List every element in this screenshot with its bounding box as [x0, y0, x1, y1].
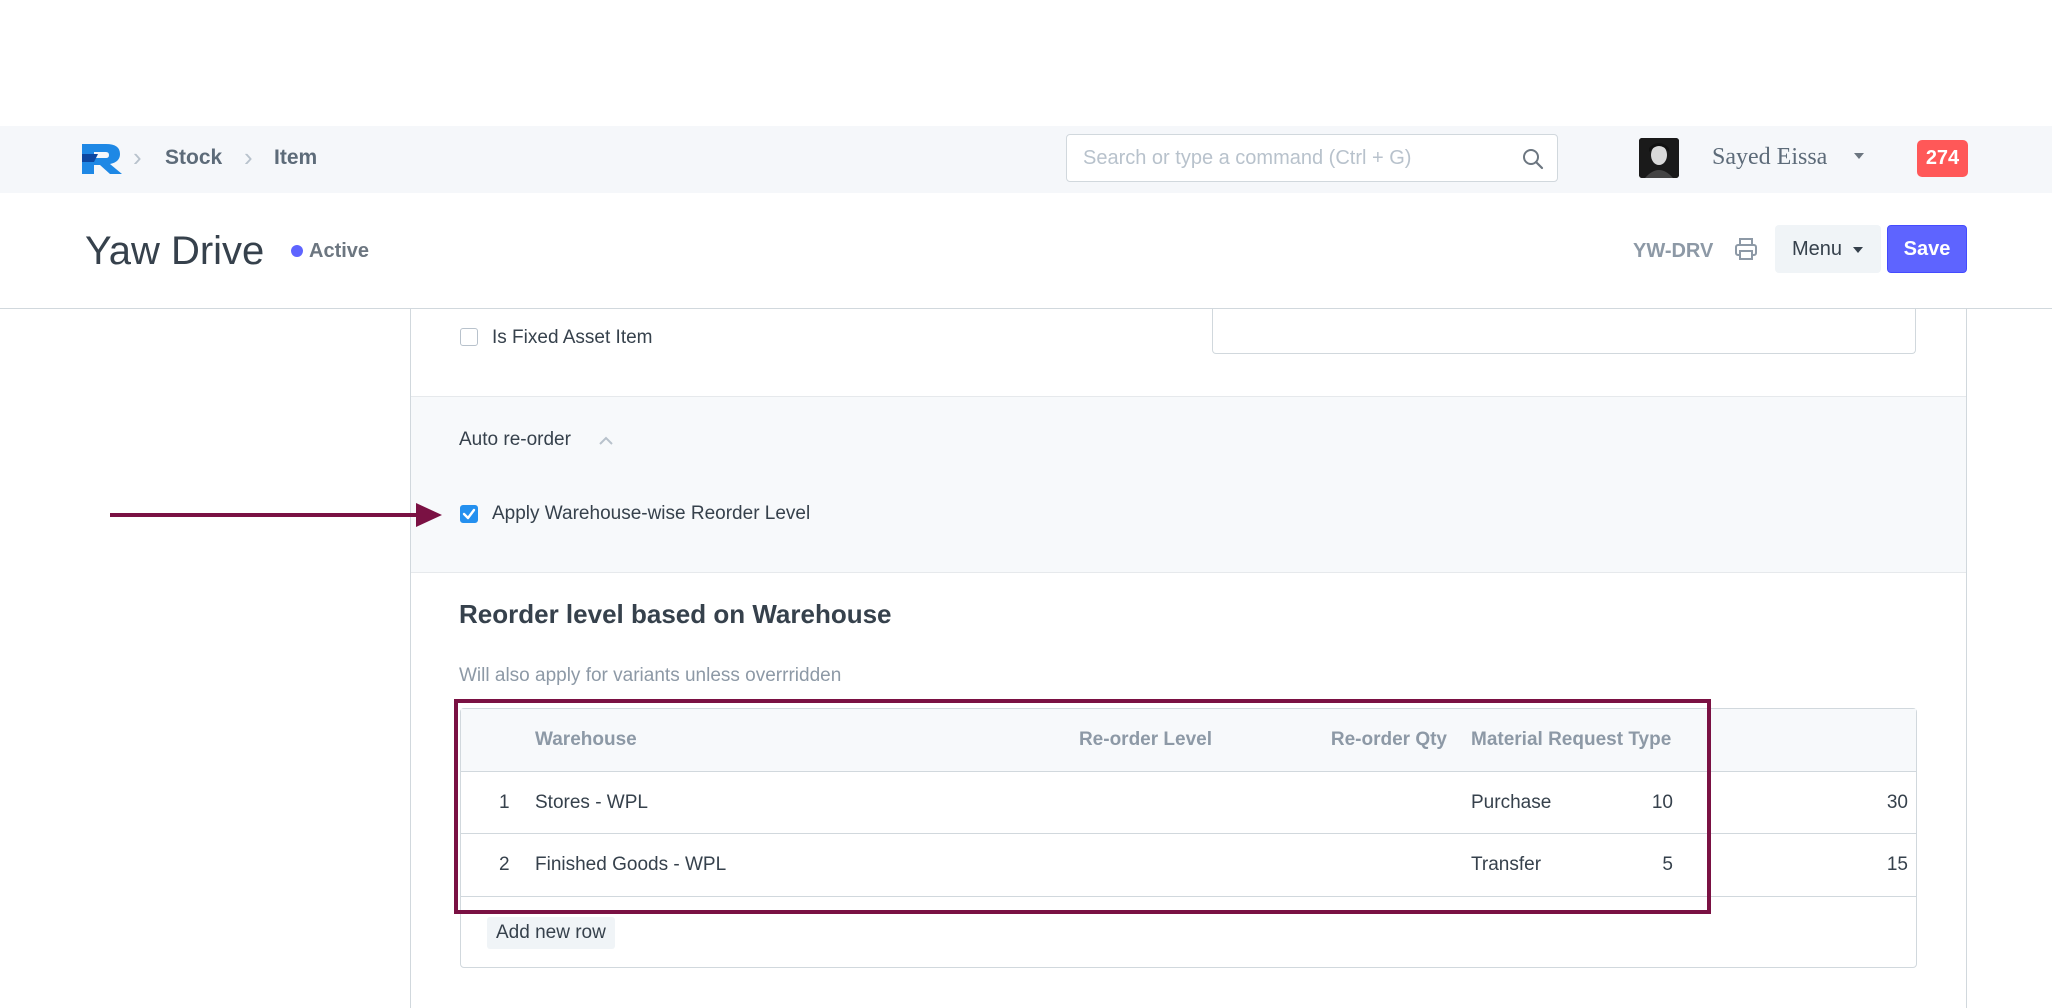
form-field-input[interactable] — [1212, 308, 1916, 354]
breadcrumb-stock[interactable]: Stock — [165, 145, 222, 171]
user-dropdown-chevron-down-icon[interactable] — [1852, 149, 1866, 163]
annotation-arrow-icon — [110, 503, 442, 527]
breadcrumb-separator-icon: › — [133, 142, 142, 172]
breadcrumb-item[interactable]: Item — [274, 145, 317, 171]
save-button[interactable]: Save — [1887, 225, 1967, 273]
auto-reorder-section — [411, 396, 1966, 573]
reorder-help-text: Will also apply for variants unless over… — [459, 665, 842, 686]
user-name[interactable]: Sayed Eissa — [1712, 143, 1827, 171]
app-logo-icon[interactable] — [80, 140, 124, 176]
status-badge: Active — [309, 240, 370, 262]
apply-warehouse-reorder-checkbox[interactable] — [460, 505, 478, 523]
fixed-asset-label: Is Fixed Asset Item — [492, 327, 653, 348]
apply-warehouse-reorder-label: Apply Warehouse-wise Reorder Level — [492, 503, 811, 524]
cell-reorder-qty[interactable]: 15 — [1887, 853, 1908, 877]
annotation-highlight-box — [454, 699, 1711, 914]
print-icon[interactable] — [1733, 236, 1759, 262]
cell-reorder-qty[interactable]: 30 — [1887, 791, 1908, 815]
chevron-up-icon[interactable] — [598, 434, 614, 446]
breadcrumb-separator-icon: › — [244, 142, 253, 172]
menu-button-label: Menu — [1792, 238, 1843, 260]
check-icon — [462, 508, 476, 520]
menu-button[interactable]: Menu — [1775, 225, 1881, 273]
add-new-row-button[interactable]: Add new row — [487, 917, 615, 949]
search-input[interactable] — [1067, 135, 1507, 181]
status-indicator-dot — [291, 245, 303, 257]
document-name: YW-DRV — [1633, 240, 1714, 262]
search-icon[interactable] — [1521, 147, 1545, 171]
reorder-section-heading: Reorder level based on Warehouse — [459, 599, 892, 629]
page-title: Yaw Drive — [85, 229, 265, 273]
avatar[interactable] — [1639, 138, 1679, 178]
search-box — [1066, 134, 1558, 182]
fixed-asset-checkbox[interactable] — [460, 328, 478, 346]
auto-reorder-section-title[interactable]: Auto re-order — [459, 428, 571, 452]
chevron-down-icon — [1853, 247, 1863, 253]
notification-badge[interactable]: 274 — [1917, 140, 1968, 177]
